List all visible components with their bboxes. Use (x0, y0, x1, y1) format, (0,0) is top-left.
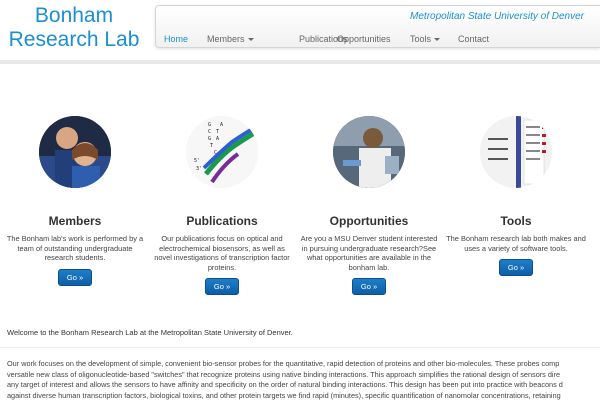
university-name[interactable]: Metropolitan State University of Denver (410, 11, 584, 22)
svg-text:G: G (208, 136, 211, 142)
lab-photo (333, 116, 405, 188)
go-button[interactable]: Go » (352, 278, 386, 295)
nav-opportunities[interactable]: Opportunities (337, 34, 391, 44)
nav-contact-label: Contact (458, 34, 489, 44)
feature-description: The Bonham lab's work is performed by a … (5, 234, 145, 263)
feature-description: Our publications focus on optical and el… (152, 234, 292, 272)
svg-text:5': 5' (194, 158, 200, 164)
summary-line: versatile new class of oligonucleotide-b… (7, 370, 600, 381)
nav-tools[interactable]: Tools (410, 34, 440, 44)
team-photo (39, 116, 111, 188)
svg-text:T: T (210, 143, 213, 149)
chevron-down-icon (434, 38, 440, 41)
research-summary: Our work focuses on the development of s… (7, 359, 600, 401)
nav-members[interactable]: Members (207, 34, 254, 44)
nav-home[interactable]: Home (164, 34, 188, 44)
nav-opportunities-label: Opportunities (337, 34, 391, 44)
svg-text:A: A (216, 136, 219, 142)
software-screenshot (480, 116, 552, 188)
feature-tools: Tools The Bonham research lab both makes… (446, 116, 586, 276)
chevron-down-icon (248, 38, 254, 41)
welcome-text: Welcome to the Bonham Research Lab at th… (7, 328, 293, 337)
nav-members-label: Members (207, 34, 245, 44)
svg-text:A: A (220, 122, 223, 128)
nav-home-label: Home (164, 34, 188, 44)
nav-contact[interactable]: Contact (458, 34, 489, 44)
nav-tools-label: Tools (410, 34, 431, 44)
feature-title: Publications (152, 214, 292, 228)
feature-publications: GA CT GA TC 5'3' Publications Our public… (152, 116, 292, 295)
feature-description: The Bonham research lab both makes and u… (446, 234, 586, 253)
brand-logo[interactable]: Bonham Research Lab (0, 4, 148, 52)
header-divider (0, 60, 600, 64)
svg-text:C: C (214, 150, 217, 156)
svg-text:T: T (216, 129, 219, 135)
brand-line-1: Bonham (0, 4, 148, 28)
feature-title: Opportunities (299, 214, 439, 228)
summary-line: against diverse human transcription fact… (7, 391, 600, 401)
brand-line-2: Research Lab (0, 28, 148, 52)
go-button[interactable]: Go » (205, 278, 239, 295)
feature-members: Members The Bonham lab's work is perform… (5, 116, 145, 286)
navbar: Metropolitan State University of Denver … (155, 5, 600, 48)
section-divider (0, 347, 600, 348)
feature-title: Members (5, 214, 145, 228)
svg-text:C: C (208, 129, 211, 135)
svg-text:G: G (208, 122, 211, 128)
summary-line: any target of interest and allows the se… (7, 380, 600, 391)
go-button[interactable]: Go » (499, 259, 533, 276)
dna-structure: GA CT GA TC 5'3' (186, 116, 258, 188)
summary-line: Our work focuses on the development of s… (7, 359, 600, 370)
feature-description: Are you a MSU Denver student interested … (299, 234, 439, 272)
svg-text:3': 3' (196, 166, 202, 172)
feature-title: Tools (446, 214, 586, 228)
feature-opportunities: Opportunities Are you a MSU Denver stude… (299, 116, 439, 295)
go-button[interactable]: Go » (58, 269, 92, 286)
